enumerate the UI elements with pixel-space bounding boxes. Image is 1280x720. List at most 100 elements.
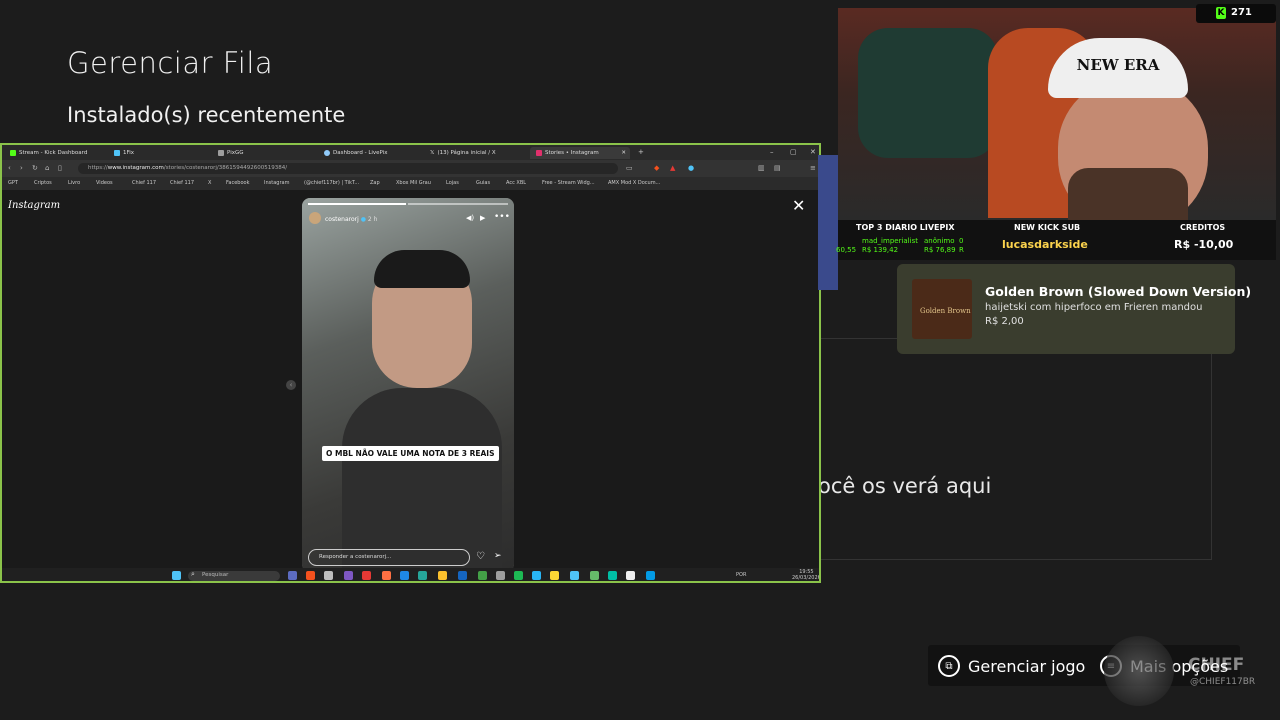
manage-game-button[interactable]: ⧉ Gerenciar jogo [938,655,1085,677]
store-icon[interactable] [496,571,505,580]
bookmark-item[interactable]: Videos [96,180,113,186]
language-indicator[interactable]: POR [736,572,746,578]
verified-icon: ● [360,216,366,223]
app-icon[interactable] [570,571,579,580]
app-icon[interactable] [532,571,541,580]
app-icon[interactable] [400,571,409,580]
bookmark-item[interactable]: Criptos [34,180,52,186]
bookmarks-bar: GPT Criptos Livro Videos Chief 117 Chief… [2,177,819,190]
avatar[interactable] [309,212,321,224]
rewards-icon[interactable]: ▲ [670,164,675,172]
bookmark-item[interactable]: Zap [370,180,380,186]
bookmark-item[interactable]: Chief 117 [170,180,194,186]
like-icon[interactable]: ♡ [476,551,485,562]
bookmark-item[interactable]: AMX Mod X Docum... [608,180,660,186]
bookmark-item[interactable]: Facebook [226,180,250,186]
story-progress-bar [408,203,508,205]
page-title: Gerenciar Fila [67,46,274,80]
app-icon[interactable] [590,571,599,580]
taskbar-search[interactable]: Pesquisar [188,571,280,581]
app-icon[interactable] [646,571,655,580]
minimize-icon[interactable]: – [770,148,774,156]
song-title: Golden Brown (Slowed Down Version) [985,284,1252,299]
cap: NEW ERA [1048,38,1188,98]
bookmark-item[interactable]: X [208,180,211,186]
site-icon [324,150,330,156]
xbox-icon[interactable] [478,571,487,580]
donation-amount: R$ 2,00 [985,316,1024,327]
app-icon[interactable] [626,571,635,580]
spotify-icon[interactable] [514,571,523,580]
brave-icon[interactable] [306,571,315,580]
sidebar-icon[interactable]: ▥ [758,164,765,172]
steam-icon[interactable] [458,571,467,580]
search-icon: ⌕ [191,570,195,578]
kick-icon: K [1216,7,1226,19]
clock[interactable]: 19:55 26/03/2026 [792,569,819,581]
story-viewer[interactable]: costenarorj ● 2 h ◀) ▶ ••• O MBL NÃO VAL… [302,198,514,572]
prev-story-icon[interactable]: ‹ [286,380,296,390]
more-options-icon[interactable]: ••• [494,212,510,222]
play-icon[interactable]: ▶ [480,214,485,222]
bookmark-item[interactable]: Instagram [264,180,289,186]
tab-pixgg[interactable]: PixGG [212,147,312,159]
bookmark-item[interactable]: (@chief117br) | TikT... [304,180,359,186]
section-title: Instalado(s) recentemente [67,103,346,127]
kick-icon [10,150,16,156]
queue-panel [820,338,1212,560]
bookmark-item[interactable]: Guias [476,180,490,186]
tab-x[interactable]: 𝕏 (13) Página inicial / X [424,147,524,159]
bookmark-item[interactable]: Acc XBL [506,180,526,186]
story-username[interactable]: costenarorj ● 2 h [325,216,377,223]
discord-icon[interactable] [344,571,353,580]
maximize-icon[interactable]: ▢ [790,148,797,156]
close-window-icon[interactable]: ✕ [810,148,816,156]
tab-close-icon[interactable]: ✕ [621,150,626,156]
tab-livepix[interactable]: Dashboard - LivePix [318,147,418,159]
donor-line: haijetski com hiperfoco em Frieren mando… [985,302,1203,313]
chrome-icon[interactable] [438,571,447,580]
opera-icon[interactable] [362,571,371,580]
bookmark-item[interactable]: Xbox Mil Grau [396,180,431,186]
forward-icon[interactable]: › [20,164,23,172]
reload-icon[interactable]: ↻ [32,164,38,172]
instagram-logo[interactable]: Instagram [8,200,60,211]
bookmark-item[interactable]: GPT [8,180,18,186]
story-caption: O MBL NÃO VALE UMA NOTA DE 3 REAIS [322,446,499,461]
wallet-icon[interactable]: ▤ [774,164,781,172]
brave-shield-icon[interactable]: ◆ [654,164,659,172]
tab-kick-dashboard[interactable]: Stream - Kick Dashboard [4,147,104,159]
extension-icon[interactable]: ● [688,164,694,172]
menu-icon[interactable]: ≡ [810,164,816,172]
bookmark-item[interactable]: Chief 117 [132,180,156,186]
explorer-icon[interactable] [550,571,559,580]
bookmark-icon[interactable]: ▯ [58,164,62,172]
bookmark-item[interactable]: Free - Stream Widg... [542,180,595,186]
beard [1068,168,1188,220]
bookmark-item[interactable]: Lojas [446,180,459,186]
home-icon[interactable]: ⌂ [45,164,49,172]
back-icon[interactable]: ‹ [8,164,11,172]
edge-icon[interactable] [418,571,427,580]
start-icon[interactable] [172,571,181,580]
bookmark-item[interactable]: Livro [68,180,80,186]
tab-strip: Stream - Kick Dashboard 1Fix PixGG Dashb… [2,145,819,160]
new-tab-button[interactable]: + [638,148,644,156]
tab-instagram[interactable]: Stories • Instagram ✕ [530,147,630,159]
extension-icon[interactable]: ▭ [626,164,633,172]
close-icon[interactable]: ✕ [792,196,805,215]
browser-window: Stream - Kick Dashboard 1Fix PixGG Dashb… [0,143,821,583]
view-icon: ⧉ [938,655,960,677]
send-icon[interactable]: ➢ [494,551,502,561]
app-icon[interactable] [608,571,617,580]
mute-icon[interactable]: ◀) [466,214,474,222]
webcam-feed: NEW ERA [838,8,1276,220]
app-icon[interactable] [288,571,297,580]
tab-1fix[interactable]: 1Fix [108,147,208,159]
app-icon[interactable] [324,571,333,580]
instagram-page: Instagram ✕ ‹ costenarorj ● 2 h ◀) ▶ •••… [2,190,819,572]
url-input[interactable]: https://www.instagram.com/stories/costen… [78,163,618,174]
stream-info-bar: TOP 3 DIARIO LIVEPIX mad_imperialist anô… [836,220,1276,260]
reply-input[interactable]: Responder a costenarorj... [308,549,470,566]
firefox-icon[interactable] [382,571,391,580]
